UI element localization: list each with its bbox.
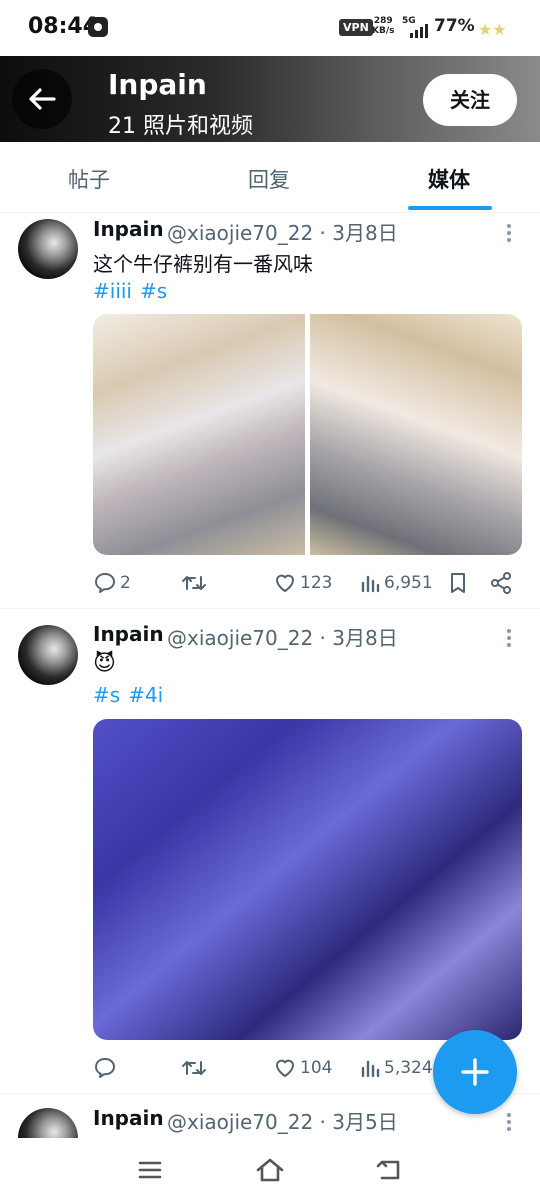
- reply-count: 2: [120, 573, 131, 593]
- post-hashtags: #s #4i: [93, 683, 171, 707]
- like-button[interactable]: 123: [273, 568, 332, 598]
- bar-chart-icon: [361, 575, 380, 593]
- views-button[interactable]: 6,951: [359, 568, 433, 598]
- battery-level: 77%: [434, 16, 475, 36]
- post-text: 😈: [93, 651, 116, 676]
- speech-bubble-icon: [95, 1058, 115, 1078]
- follow-button[interactable]: 关注: [423, 74, 517, 126]
- nav-back-button[interactable]: [374, 1154, 406, 1186]
- menu-icon: [138, 1161, 162, 1179]
- net-speed-unit: KB/s: [372, 26, 395, 36]
- signal-icon: [408, 24, 430, 38]
- compose-button[interactable]: [433, 1030, 517, 1114]
- view-count: 5,324: [384, 1058, 433, 1078]
- like-count: 123: [300, 573, 333, 593]
- net-speed: 289 KB/s: [372, 16, 394, 36]
- bar-chart-icon: [361, 1060, 380, 1078]
- battery-icon: ★★: [478, 20, 507, 39]
- hashtag-link[interactable]: #s: [93, 683, 120, 707]
- media-count: 21 照片和视频: [108, 114, 253, 139]
- profile-header: Inpain 21 照片和视频 关注: [0, 56, 540, 142]
- post-text: 这个牛仔裤别有一番风味: [93, 252, 313, 276]
- share-icon: [491, 572, 511, 594]
- heart-icon: [276, 574, 294, 592]
- tab-media[interactable]: 媒体: [428, 164, 470, 194]
- net-speed-value: 289: [373, 16, 393, 26]
- post-handle: @xiaojie70_22 · 3月5日: [167, 1110, 398, 1134]
- reply-button[interactable]: [93, 1053, 120, 1083]
- like-count: 104: [300, 1058, 333, 1078]
- avatar[interactable]: [18, 1108, 78, 1138]
- reply-button[interactable]: 2: [93, 568, 131, 598]
- post-item[interactable]: Inpain @xiaojie70_22 · 3月8日 😈 #s #4i 104 …: [0, 609, 540, 1093]
- post-handle: @xiaojie70_22 · 3月8日: [167, 626, 398, 650]
- retweet-button[interactable]: [181, 568, 210, 598]
- view-count: 6,951: [384, 573, 433, 593]
- hashtag-link[interactable]: #4i: [128, 683, 163, 707]
- avatar[interactable]: [18, 219, 78, 279]
- screen-record-icon: [88, 17, 108, 37]
- vpn-badge: VPN: [339, 19, 373, 36]
- home-icon: [256, 1158, 284, 1182]
- avatar[interactable]: [18, 625, 78, 685]
- nav-menu-button[interactable]: [134, 1154, 166, 1186]
- retweet-icon: [182, 1061, 206, 1075]
- post-actions: 2 123 6,951: [93, 568, 523, 598]
- post-image[interactable]: [93, 314, 305, 555]
- post-author[interactable]: Inpain: [93, 622, 164, 646]
- hashtag-link[interactable]: #s: [140, 279, 167, 303]
- more-options-icon[interactable]: [500, 626, 518, 650]
- post-hashtags: #iiii #s: [93, 279, 175, 303]
- bookmark-button[interactable]: [447, 568, 472, 598]
- post-author[interactable]: Inpain: [93, 1106, 164, 1130]
- system-nav-bar: [0, 1138, 540, 1200]
- share-button[interactable]: [489, 568, 516, 598]
- active-tab-indicator: [408, 206, 492, 210]
- more-options-icon[interactable]: [500, 221, 518, 245]
- retweet-icon: [182, 576, 206, 590]
- views-button[interactable]: 5,324: [359, 1053, 433, 1083]
- nav-home-button[interactable]: [254, 1154, 286, 1186]
- post-handle: @xiaojie70_22 · 3月8日: [167, 221, 398, 245]
- tab-posts[interactable]: 帖子: [68, 164, 110, 194]
- retweet-button[interactable]: [181, 1053, 210, 1083]
- heart-icon: [276, 1059, 294, 1077]
- post-image[interactable]: [310, 314, 522, 555]
- hashtag-link[interactable]: #iiii: [93, 279, 132, 303]
- plus-icon: [461, 1058, 489, 1086]
- like-button[interactable]: 104: [273, 1053, 332, 1083]
- status-bar: 08:44 VPN 289 KB/s 5G 77% ★★: [0, 0, 540, 56]
- arrow-left-icon: [29, 88, 56, 110]
- profile-name: Inpain: [108, 68, 207, 101]
- bookmark-icon: [451, 573, 465, 593]
- post-image[interactable]: [93, 719, 522, 1040]
- post-author[interactable]: Inpain: [93, 217, 164, 241]
- back-icon: [376, 1160, 400, 1180]
- speech-bubble-icon: [95, 573, 115, 593]
- back-button[interactable]: [12, 69, 72, 129]
- profile-tabs: 帖子 回复 媒体: [0, 142, 540, 213]
- more-options-icon[interactable]: [500, 1110, 518, 1134]
- post-item[interactable]: Inpain @xiaojie70_22 · 3月8日 这个牛仔裤别有一番风味 …: [0, 213, 540, 608]
- tab-replies[interactable]: 回复: [248, 164, 290, 194]
